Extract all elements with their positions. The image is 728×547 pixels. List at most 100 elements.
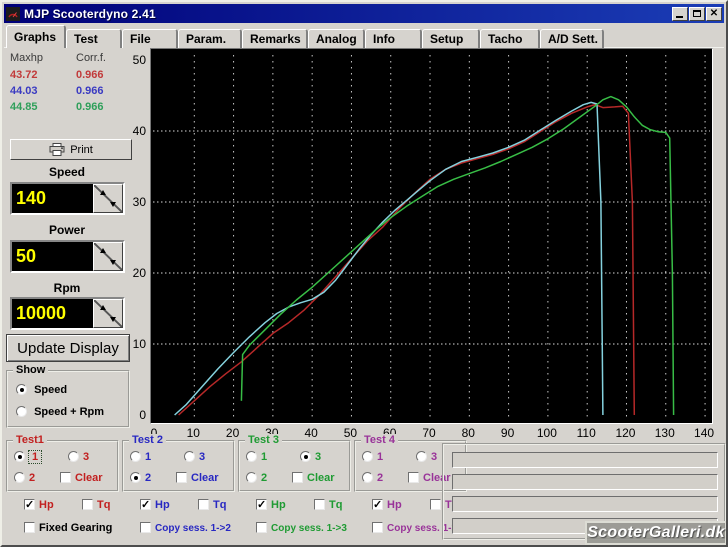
tab-test[interactable]: Test (66, 29, 122, 48)
power-field[interactable]: 50 (10, 240, 125, 273)
test4-radio-2[interactable]: 2 (362, 472, 383, 484)
copy-sess-1-3-checkbox[interactable]: Copy sess. 1->3 (256, 522, 347, 534)
checkbox-icon[interactable] (82, 499, 93, 510)
update-display-button[interactable]: Update Display (6, 334, 130, 362)
radio-icon[interactable] (16, 384, 27, 395)
fixed-gearing-checkbox[interactable]: Fixed Gearing (24, 522, 112, 534)
checkbox-icon[interactable] (430, 499, 441, 510)
checkbox-icon[interactable] (256, 498, 267, 511)
power-stepper[interactable] (93, 242, 123, 271)
speed-down-icon[interactable] (110, 202, 116, 207)
test2-radio-1[interactable]: 1 (130, 451, 151, 463)
radio-icon[interactable] (416, 451, 427, 462)
rpm-down-icon[interactable] (110, 317, 116, 322)
test4-hp-label: Hp (387, 499, 402, 511)
power-value[interactable]: 50 (12, 242, 93, 271)
test3-radio-2[interactable]: 2 (246, 472, 267, 484)
radio-icon[interactable] (130, 451, 141, 462)
x-tick-label: 140 (694, 426, 715, 440)
checkbox-icon[interactable] (256, 522, 267, 533)
print-button[interactable]: Print (10, 139, 132, 160)
test4-hp-checkbox[interactable]: Hp (372, 498, 402, 511)
rpm-stepper[interactable] (93, 299, 123, 328)
rpm-up-icon[interactable] (100, 305, 106, 310)
radio-icon[interactable] (130, 472, 141, 483)
radio-icon[interactable] (362, 451, 373, 462)
test2-radio-1-label: 1 (145, 451, 152, 463)
test2-tq-checkbox[interactable]: Tq (198, 499, 226, 511)
tab-info[interactable]: Info (365, 29, 422, 48)
test2-clear-checkbox[interactable]: Clear (176, 472, 219, 484)
tab-analog[interactable]: Analog (308, 29, 365, 48)
test2-hp-checkbox[interactable]: Hp (140, 498, 170, 511)
speed-up-icon[interactable] (100, 190, 106, 195)
checkbox-icon[interactable] (140, 522, 151, 533)
tab-tacho[interactable]: Tacho (480, 29, 540, 48)
tab-ad-sett[interactable]: A/D Sett. (540, 29, 604, 48)
test3-radio-1[interactable]: 1 (246, 451, 267, 463)
rpm-value[interactable]: 10000 (12, 299, 93, 328)
radio-icon[interactable] (14, 451, 25, 462)
maxhp-value-test1: 43.72 (10, 69, 38, 81)
curve-test-2-hp (174, 101, 604, 416)
radio-icon[interactable] (300, 451, 311, 462)
radio-icon[interactable] (16, 406, 27, 417)
test4-radio-1[interactable]: 1 (362, 451, 383, 463)
radio-icon[interactable] (68, 451, 79, 462)
test1-radio-3[interactable]: 3 (68, 451, 89, 463)
checkbox-icon[interactable] (372, 498, 383, 511)
power-down-icon[interactable] (110, 260, 116, 265)
radio-show-speed-rpm[interactable]: Speed + Rpm (16, 406, 104, 418)
test1-hp-checkbox[interactable]: Hp (24, 498, 54, 511)
test3-radio-3[interactable]: 3 (300, 451, 321, 463)
title-bar[interactable]: MJP Scooterdyno 2.41 ✕ (4, 4, 724, 23)
radio-icon[interactable] (184, 451, 195, 462)
checkbox-icon[interactable] (176, 472, 187, 483)
tab-setup[interactable]: Setup (422, 29, 480, 48)
session-field-3[interactable] (452, 496, 718, 512)
test4-radio-3[interactable]: 3 (416, 451, 437, 463)
checkbox-icon[interactable] (372, 522, 383, 533)
test1-radio-2[interactable]: 2 (14, 472, 35, 484)
checkbox-icon[interactable] (24, 522, 35, 533)
checkbox-icon[interactable] (24, 498, 35, 511)
checkbox-icon[interactable] (140, 498, 151, 511)
test2-radio-3[interactable]: 3 (184, 451, 205, 463)
checkbox-icon[interactable] (292, 472, 303, 483)
checkbox-icon[interactable] (314, 499, 325, 510)
maximize-button[interactable] (689, 6, 705, 21)
test3-clear-checkbox[interactable]: Clear (292, 472, 335, 484)
radio-show-speed-label: Speed (34, 384, 68, 396)
tab-graphs[interactable]: Graphs (6, 25, 66, 48)
close-button[interactable]: ✕ (706, 6, 722, 21)
test2-radio-2-label: 2 (145, 472, 152, 484)
test1-clear-checkbox[interactable]: Clear (60, 472, 103, 484)
radio-show-speed[interactable]: Speed (16, 384, 67, 396)
power-up-icon[interactable] (100, 248, 106, 253)
column-header-corrf: Corr.f. (76, 52, 106, 64)
tab-param[interactable]: Param. (178, 29, 242, 48)
session-field-2[interactable] (452, 474, 718, 490)
test1-radio-1[interactable]: 1 (14, 450, 43, 464)
speed-value[interactable]: 140 (12, 184, 93, 213)
radio-icon[interactable] (246, 472, 257, 483)
speed-stepper[interactable] (93, 184, 123, 213)
speed-field[interactable]: 140 (10, 182, 125, 215)
checkbox-icon[interactable] (198, 499, 209, 510)
radio-icon[interactable] (246, 451, 257, 462)
test2-radio-2[interactable]: 2 (130, 472, 151, 484)
radio-icon[interactable] (362, 472, 373, 483)
test3-tq-checkbox[interactable]: Tq (314, 499, 342, 511)
minimize-button[interactable] (672, 6, 688, 21)
rpm-field[interactable]: 10000 (10, 297, 125, 330)
radio-icon[interactable] (14, 472, 25, 483)
test1-tq-checkbox[interactable]: Tq (82, 499, 110, 511)
checkbox-icon[interactable] (60, 472, 71, 483)
copy-sess-1-2-checkbox[interactable]: Copy sess. 1->2 (140, 522, 231, 534)
test2-group-title: Test 2 (129, 434, 166, 446)
test3-hp-checkbox[interactable]: Hp (256, 498, 286, 511)
checkbox-icon[interactable] (408, 472, 419, 483)
session-field-1[interactable] (452, 452, 718, 468)
tab-file[interactable]: File (122, 29, 178, 48)
tab-remarks[interactable]: Remarks (242, 29, 308, 48)
